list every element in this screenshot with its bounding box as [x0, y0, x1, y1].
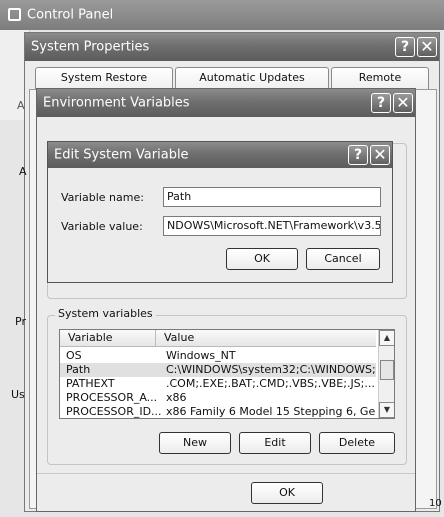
vertical-scrollbar[interactable]: ▲ ▼	[378, 330, 394, 418]
environment-variables-titlebar[interactable]: Environment Variables ? ✕	[37, 89, 415, 117]
obscured-label-fragment: A	[19, 165, 27, 178]
tab-automatic-updates[interactable]: Automatic Updates	[175, 67, 329, 89]
obscured-label-fragment: A	[17, 99, 25, 112]
variable-name: PROCESSOR_ID...	[66, 405, 162, 418]
list-item[interactable]: PATHEXT .COM;.EXE;.BAT;.CMD;.VBS;.VBE;.J…	[60, 377, 376, 391]
list-item[interactable]: OS Windows_NT	[60, 349, 376, 363]
obscured-label-fragment: Pr	[15, 315, 26, 328]
list-header: Variable Value	[60, 330, 376, 347]
obscured-label-fragment: Us	[11, 388, 25, 401]
close-button[interactable]: ✕	[370, 145, 390, 165]
close-button[interactable]: ✕	[417, 37, 437, 57]
close-button[interactable]: ✕	[393, 93, 413, 113]
control-panel-titlebar[interactable]: Control Panel	[0, 0, 444, 30]
edit-system-variable-titlebar[interactable]: Edit System Variable ? ✕	[48, 142, 392, 168]
tab-remote[interactable]: Remote	[331, 67, 429, 89]
scroll-up-icon[interactable]: ▲	[379, 330, 394, 346]
variable-value: C:\WINDOWS\system32;C:\WINDOWS;...	[166, 363, 376, 376]
variable-name-label: Variable name:	[61, 191, 144, 204]
variable-name: PATHEXT	[66, 377, 115, 390]
edit-system-variable-title: Edit System Variable	[54, 147, 189, 163]
control-panel-title: Control Panel	[27, 7, 114, 23]
variable-value-label: Variable value:	[61, 220, 143, 233]
control-panel-icon	[8, 8, 21, 21]
edit-system-variable-dialog: Edit System Variable ? ✕ Variable name: …	[47, 141, 393, 283]
list-item[interactable]: PROCESSOR_A... x86	[60, 391, 376, 405]
help-button[interactable]: ?	[348, 145, 368, 165]
variable-value: Windows_NT	[166, 349, 236, 362]
divider	[37, 473, 415, 474]
ok-button[interactable]: OK	[251, 482, 323, 504]
variable-name: Path	[66, 363, 91, 376]
column-header-value[interactable]: Value	[156, 330, 194, 346]
tab-system-restore[interactable]: System Restore	[35, 67, 173, 89]
variable-value-field[interactable]: NDOWS\Microsoft.NET\Framework\v3.5;C:	[163, 216, 381, 236]
system-properties-title: System Properties	[31, 39, 150, 55]
variable-name-field[interactable]: Path	[163, 187, 381, 207]
system-variables-label: System variables	[55, 307, 156, 320]
scroll-down-icon[interactable]: ▼	[379, 402, 394, 418]
cancel-button[interactable]: Cancel	[306, 248, 380, 270]
variable-value: .COM;.EXE;.BAT;.CMD;.VBS;.VBE;.JS;....	[166, 377, 376, 390]
variable-name: OS	[66, 349, 82, 362]
column-header-variable[interactable]: Variable	[60, 330, 156, 346]
help-button[interactable]: ?	[371, 93, 391, 113]
help-button[interactable]: ?	[395, 37, 415, 57]
environment-variables-title: Environment Variables	[43, 95, 190, 111]
variable-value: x86 Family 6 Model 15 Stepping 6, Genu..…	[166, 405, 376, 418]
status-fragment: 10	[429, 498, 442, 509]
system-properties-titlebar[interactable]: System Properties ? ✕	[25, 33, 439, 61]
edit-button[interactable]: Edit	[239, 432, 311, 454]
delete-button[interactable]: Delete	[319, 432, 395, 454]
variable-name: PROCESSOR_A...	[66, 391, 158, 404]
list-item[interactable]: PROCESSOR_ID... x86 Family 6 Model 15 St…	[60, 405, 376, 418]
new-button[interactable]: New	[159, 432, 231, 454]
system-variables-list[interactable]: Variable Value OS Windows_NT Path C:\WIN…	[59, 329, 395, 419]
list-item-selected[interactable]: Path C:\WINDOWS\system32;C:\WINDOWS;...	[60, 363, 376, 377]
scroll-thumb[interactable]	[380, 360, 394, 380]
ok-button[interactable]: OK	[226, 248, 298, 270]
variable-value: x86	[166, 391, 187, 404]
